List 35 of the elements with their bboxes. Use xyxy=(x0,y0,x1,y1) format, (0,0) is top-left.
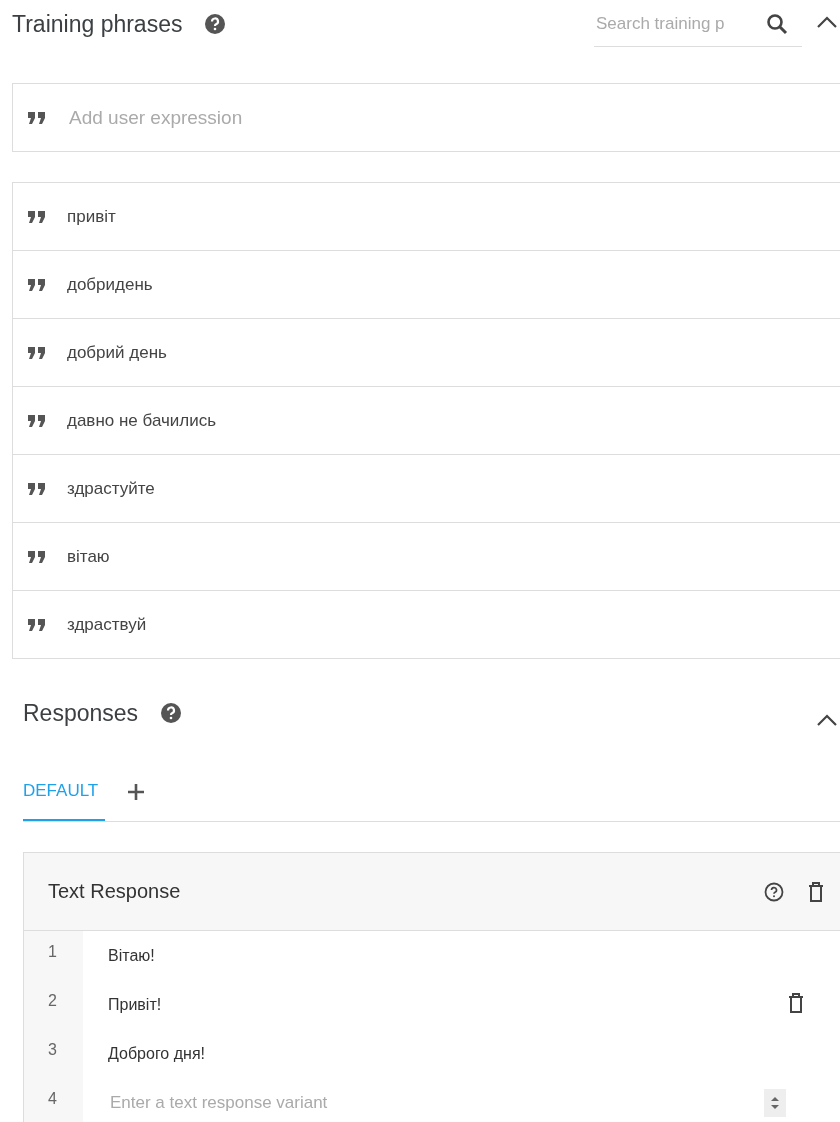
response-text[interactable]: Доброго дня! xyxy=(108,1044,840,1063)
help-icon[interactable] xyxy=(764,881,784,902)
help-icon[interactable] xyxy=(204,13,227,35)
training-phrase[interactable]: давно не бачились xyxy=(67,410,217,431)
collapse-icon[interactable] xyxy=(816,15,838,29)
section-title: Responses xyxy=(23,699,139,727)
collapse-icon[interactable] xyxy=(816,713,838,727)
line-number: 4 xyxy=(24,1078,83,1122)
training-phrase[interactable]: вітаю xyxy=(67,546,110,567)
line-number: 2 xyxy=(24,980,83,1029)
search-icon[interactable] xyxy=(766,12,788,35)
training-phrase[interactable]: здраствуй xyxy=(67,614,147,635)
quote-icon xyxy=(27,549,47,564)
training-phrase[interactable]: добридень xyxy=(67,274,153,295)
quote-icon xyxy=(27,617,47,632)
add-icon[interactable] xyxy=(127,783,145,801)
quote-icon xyxy=(27,110,47,125)
training-phrase[interactable]: добрий день xyxy=(67,342,167,363)
response-text[interactable]: Привіт! xyxy=(108,995,788,1014)
help-icon[interactable] xyxy=(160,702,183,724)
delete-icon[interactable] xyxy=(808,881,824,902)
line-number: 3 xyxy=(24,1029,83,1078)
quote-icon xyxy=(27,209,47,224)
quote-icon xyxy=(27,345,47,360)
section-title: Training phrases xyxy=(12,10,183,38)
response-text[interactable]: Вітаю! xyxy=(108,946,840,965)
card-title: Text Response xyxy=(48,880,181,903)
quote-icon xyxy=(27,413,47,428)
delete-icon[interactable] xyxy=(788,992,804,1013)
quote-icon xyxy=(27,481,47,496)
training-phrase[interactable]: привіт xyxy=(67,206,116,227)
training-phrase[interactable]: здрастуйте xyxy=(67,478,155,499)
resize-handle-icon[interactable] xyxy=(764,1088,786,1117)
quote-icon xyxy=(27,277,47,292)
line-number: 1 xyxy=(24,931,83,980)
